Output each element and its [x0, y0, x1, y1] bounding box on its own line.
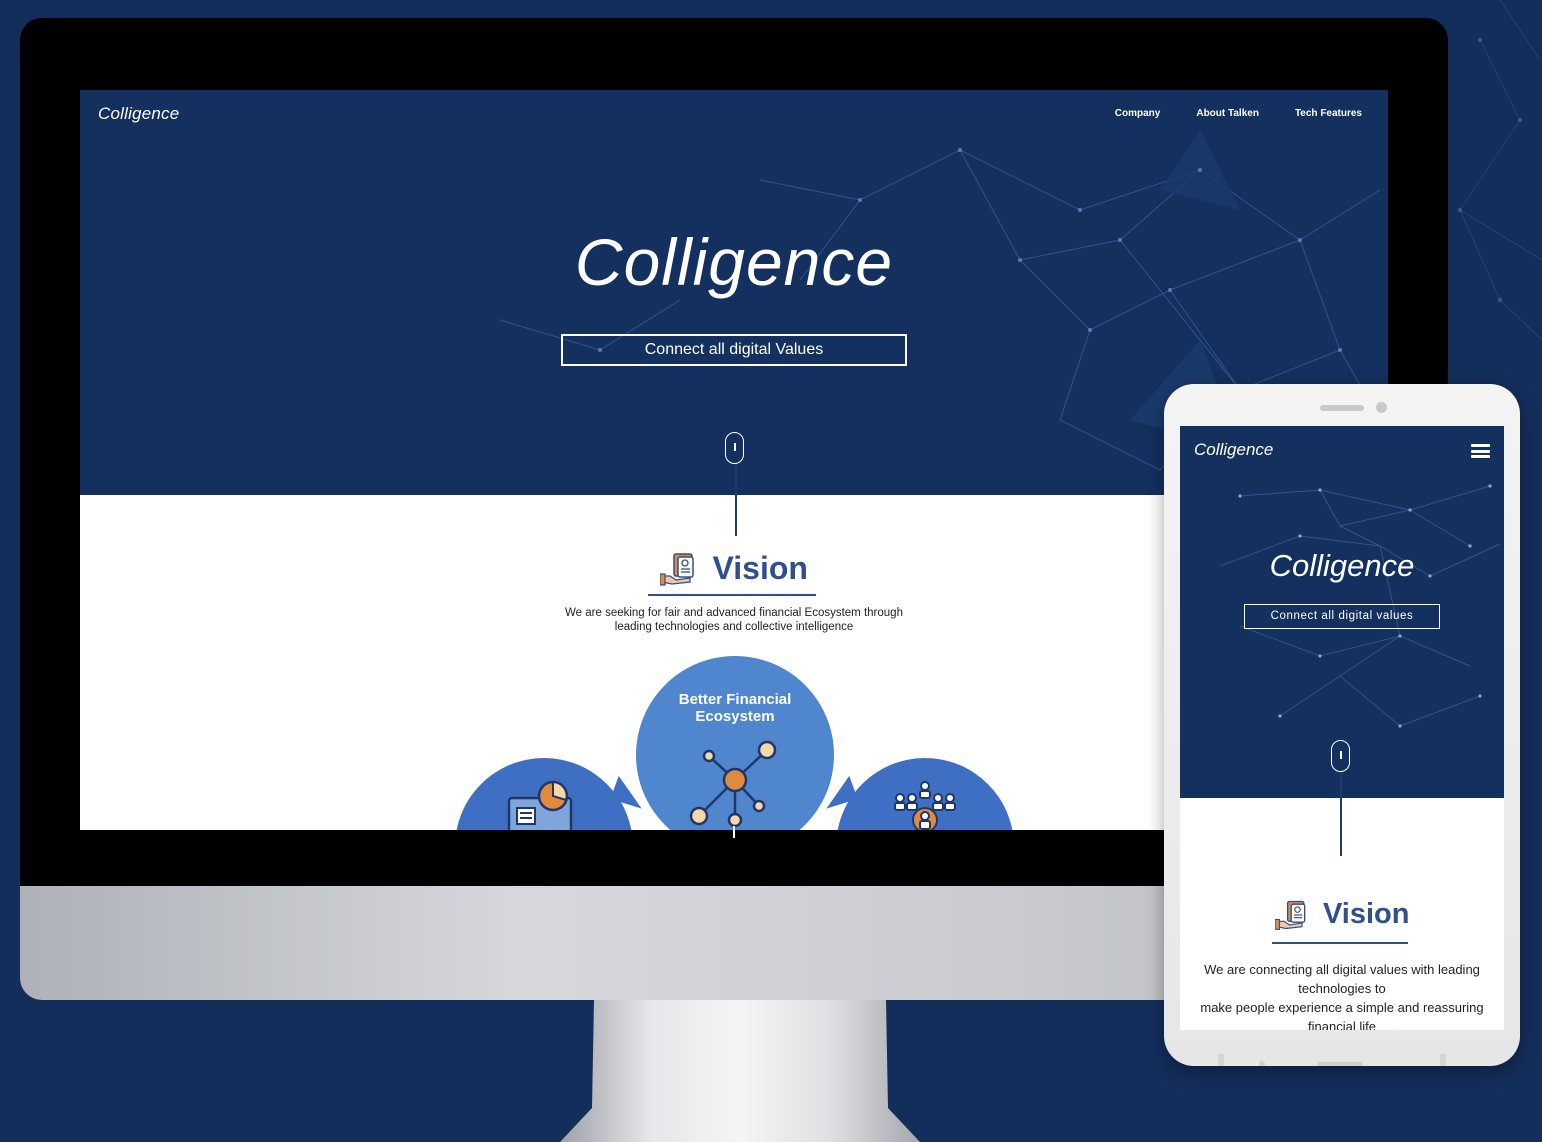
- mobile-website-screen: Colligence Colligence Connect all digita…: [1180, 426, 1504, 1030]
- scroll-mouse-icon[interactable]: [725, 432, 744, 464]
- mobile-phone: Colligence Colligence Connect all digita…: [1164, 384, 1520, 1066]
- mobile-vision-title: Vision: [1322, 898, 1410, 930]
- circle-title: Better Financial Ecosystem: [678, 691, 792, 725]
- mobile-vision-heading: Vision: [1180, 898, 1504, 931]
- hero-cta-button[interactable]: Connect all digital Values: [561, 334, 907, 366]
- data-report-icon: [507, 780, 573, 830]
- screen-bottom-indicator: [733, 826, 735, 838]
- nav-link-company[interactable]: Company: [1115, 108, 1161, 119]
- better-financial-ecosystem-circle: Better Financial Ecosystem: [636, 656, 834, 830]
- vision-icon: [660, 552, 694, 586]
- mobile-vision-underline: [1272, 942, 1408, 944]
- nav-link-about-talken[interactable]: About Talken: [1196, 108, 1259, 119]
- phone-bottom-buttons: [1218, 1054, 1446, 1066]
- vision-title: Vision: [712, 550, 808, 586]
- nav-link-tech-features[interactable]: Tech Features: [1295, 108, 1362, 119]
- phone-camera: [1376, 402, 1387, 413]
- mobile-scroll-indicator-line: [1340, 772, 1342, 856]
- monitor-stand: [560, 1000, 920, 1142]
- data-analysis-circle: [455, 758, 633, 830]
- people-group-icon: [894, 781, 956, 830]
- main-navigation: Company About Talken Tech Features: [1115, 108, 1362, 119]
- mobile-site-logo[interactable]: Colligence: [1194, 440, 1273, 460]
- mobile-vision-icon: [1274, 900, 1305, 930]
- mobile-hero-section: Colligence Colligence Connect all digita…: [1180, 426, 1504, 798]
- mobile-hero-title: Colligence: [1269, 548, 1415, 583]
- scroll-indicator-line: [735, 464, 737, 536]
- network-hub-icon: [689, 740, 777, 828]
- phone-speaker: [1320, 405, 1364, 411]
- collective-intelligence-circle: [836, 758, 1014, 830]
- mobile-vision-description: We are connecting all digital values wit…: [1200, 962, 1484, 1030]
- hamburger-menu-icon[interactable]: [1471, 444, 1490, 458]
- mobile-scroll-mouse-icon[interactable]: [1331, 740, 1350, 772]
- mobile-hero-cta-button[interactable]: Connect all digital values: [1244, 604, 1440, 629]
- vision-underline: [648, 594, 816, 596]
- hero-title: Colligence: [574, 225, 894, 299]
- site-logo[interactable]: Colligence: [98, 104, 179, 124]
